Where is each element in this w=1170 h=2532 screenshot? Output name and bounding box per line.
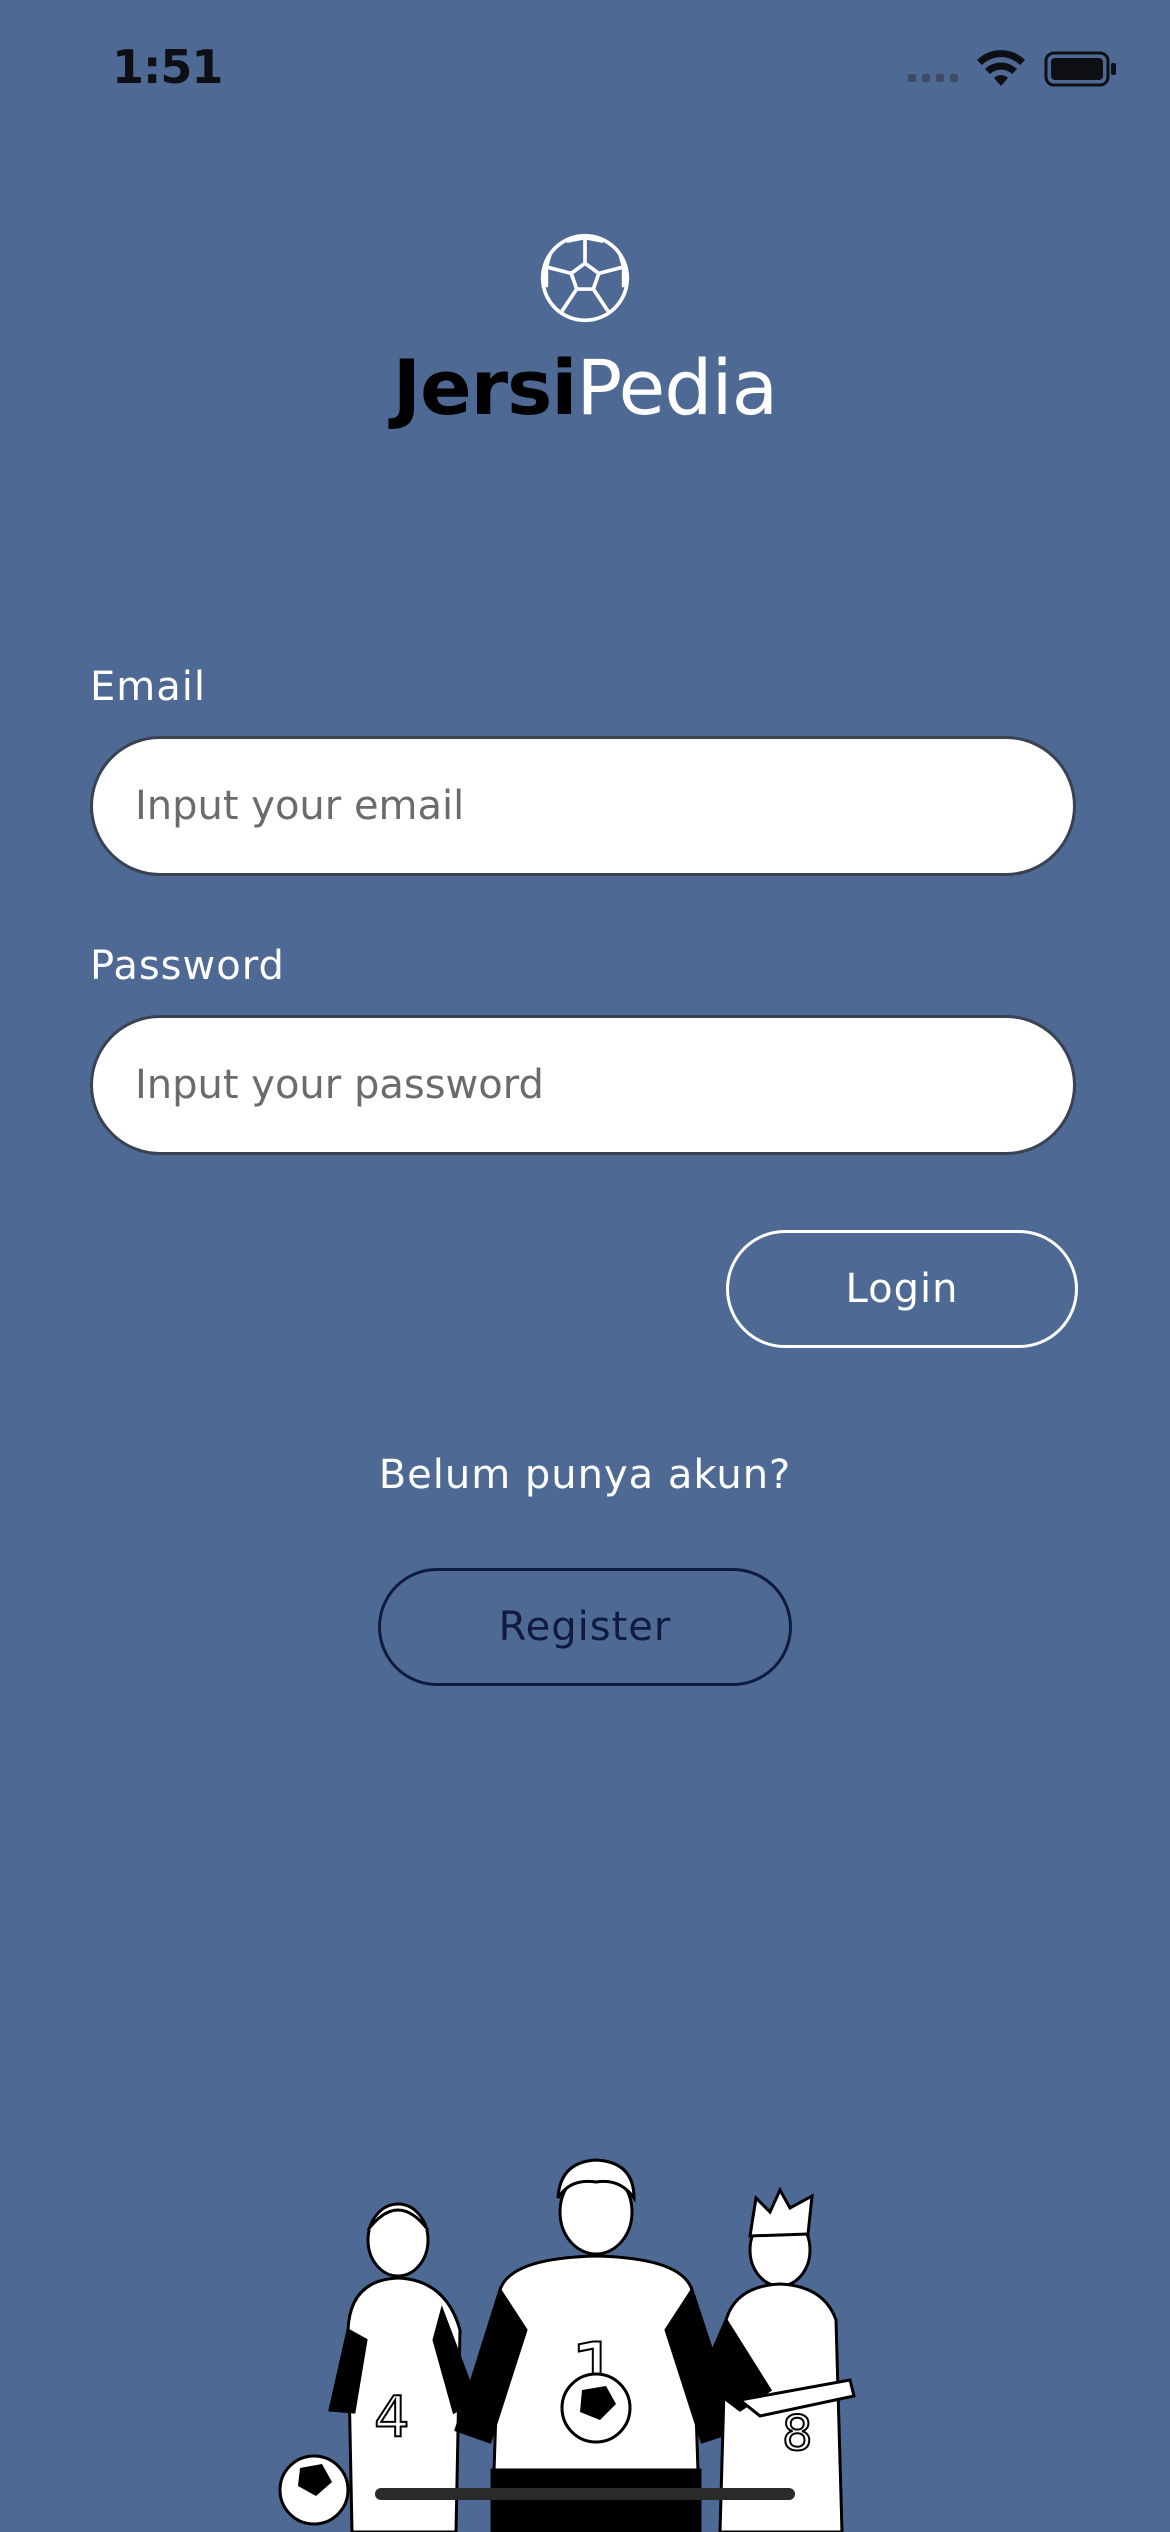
- home-indicator: [375, 2488, 795, 2500]
- brand-name-part1: Jersi: [392, 343, 578, 432]
- password-label: Password: [90, 943, 285, 989]
- player-middle: 1: [454, 2158, 740, 2532]
- login-button[interactable]: Login: [726, 1230, 1078, 1348]
- player-left: 4: [278, 2202, 478, 2532]
- status-icons: [908, 50, 1118, 88]
- status-bar: 1:51: [0, 0, 1170, 150]
- brand-name-part2: Pedia: [576, 343, 778, 432]
- register-button[interactable]: Register: [378, 1568, 792, 1686]
- cellular-signal-icon: [908, 74, 958, 82]
- soccer-ball-icon: [540, 233, 630, 323]
- password-input[interactable]: [90, 1015, 1076, 1155]
- app-logo: JersiPedia: [0, 232, 1170, 426]
- football-players-illustration: 4 1 8: [278, 2158, 856, 2532]
- email-label: Email: [90, 664, 206, 710]
- brand-name: JersiPedia: [0, 350, 1170, 426]
- wifi-icon: [977, 50, 1025, 86]
- no-account-prompt: Belum punya akun?: [378, 1452, 792, 1498]
- email-input[interactable]: [90, 736, 1076, 876]
- jersey-number-4: 4: [374, 2385, 410, 2450]
- jersey-number-8: 8: [782, 2406, 813, 2462]
- status-time: 1:51: [112, 40, 223, 94]
- battery-icon: [1044, 51, 1116, 87]
- player-right: 8: [698, 2186, 856, 2532]
